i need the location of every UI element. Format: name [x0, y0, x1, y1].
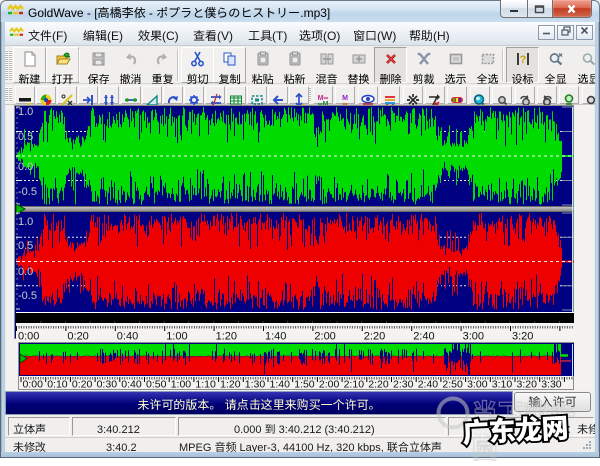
svg-text:3:20: 3:20 [512, 328, 533, 343]
svg-text:3:00: 3:00 [463, 328, 484, 343]
svg-text:3:30: 3:30 [541, 377, 562, 390]
svg-text:1:20: 1:20 [220, 377, 241, 390]
svg-text:0:50: 0:50 [146, 377, 167, 390]
svg-text:0:40: 0:40 [117, 328, 138, 343]
svg-text:0:20: 0:20 [72, 377, 93, 390]
svg-text:0:00: 0:00 [18, 328, 39, 343]
svg-text:2:20: 2:20 [364, 328, 385, 343]
svg-text:0:10: 0:10 [47, 377, 68, 390]
svg-text:2:20: 2:20 [368, 377, 389, 390]
svg-text:1:40: 1:40 [265, 328, 286, 343]
svg-text:1:00: 1:00 [166, 328, 187, 343]
svg-text:2:10: 2:10 [344, 377, 365, 390]
svg-text:3:00: 3:00 [467, 377, 488, 390]
svg-text:0:00: 0:00 [23, 377, 44, 390]
svg-text:2:00: 2:00 [314, 328, 335, 343]
svg-text:3:10: 3:10 [492, 377, 513, 390]
svg-text:2:40: 2:40 [413, 328, 434, 343]
svg-text:1:10: 1:10 [195, 377, 216, 390]
svg-text:1:40: 1:40 [270, 377, 291, 390]
svg-text:2:40: 2:40 [418, 377, 439, 390]
svg-text:1:30: 1:30 [245, 377, 266, 390]
svg-text:1:50: 1:50 [294, 377, 315, 390]
svg-text:0:30: 0:30 [97, 377, 118, 390]
svg-text:3:20: 3:20 [517, 377, 538, 390]
svg-text:2:50: 2:50 [442, 377, 463, 390]
svg-text:1:00: 1:00 [171, 377, 192, 390]
svg-text:0:20: 0:20 [67, 328, 88, 343]
svg-text:0:40: 0:40 [121, 377, 142, 390]
svg-text:2:00: 2:00 [319, 377, 340, 390]
svg-text:广东龙网: 广东龙网 [461, 408, 569, 451]
svg-text:?: ? [519, 51, 526, 67]
svg-text:2:30: 2:30 [393, 377, 414, 390]
svg-text:1:20: 1:20 [216, 328, 237, 343]
